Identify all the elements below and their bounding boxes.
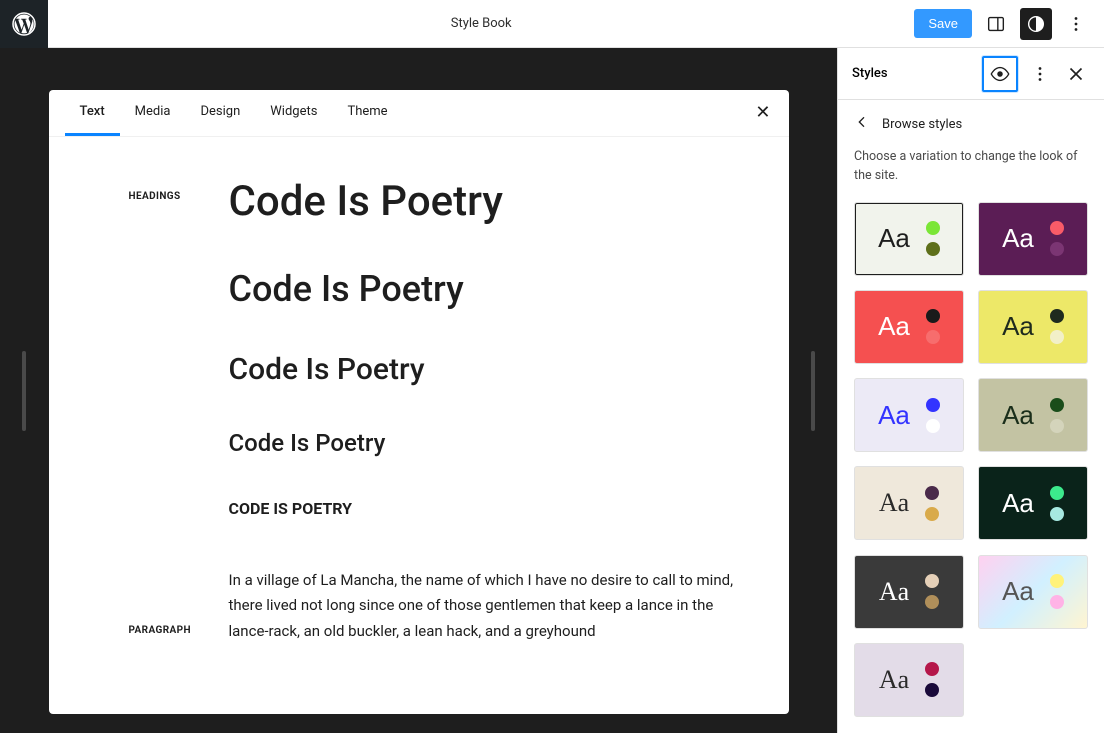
variation-palette [1050, 309, 1064, 344]
color-dot [925, 507, 939, 521]
variation-text-sample: Aa [1002, 400, 1034, 431]
color-dot [925, 486, 939, 500]
variation-palette [926, 221, 940, 256]
color-dot [926, 419, 940, 433]
style-variation-9[interactable]: Aa [978, 555, 1088, 629]
sidebar-title: Styles [852, 66, 888, 81]
heading-3-sample[interactable]: Code Is Poetry [229, 352, 739, 387]
variation-palette [1050, 486, 1064, 521]
style-variation-7[interactable]: Aa [978, 466, 1088, 540]
style-variation-3[interactable]: Aa [978, 290, 1088, 364]
tab-design[interactable]: Design [185, 90, 255, 136]
color-dot [926, 309, 940, 323]
variation-text-sample: Aa [879, 577, 909, 607]
variation-text-sample: Aa [1002, 311, 1034, 342]
options-button[interactable] [1060, 8, 1092, 40]
tab-widgets[interactable]: Widgets [255, 90, 332, 136]
color-dot [925, 574, 939, 588]
color-dot [925, 595, 939, 609]
sidebar-options-button[interactable] [1026, 60, 1054, 88]
variation-text-sample: Aa [1002, 223, 1034, 254]
color-dot [1050, 330, 1064, 344]
variation-palette [925, 662, 939, 697]
variation-text-sample: Aa [1002, 488, 1034, 519]
color-dot [926, 242, 940, 256]
color-dot [1050, 574, 1064, 588]
tab-theme[interactable]: Theme [332, 90, 402, 136]
sidebar-layout-icon [985, 13, 1007, 35]
variation-text-sample: Aa [879, 665, 909, 695]
color-dot [1050, 398, 1064, 412]
color-dot [925, 662, 939, 676]
variation-palette [1050, 398, 1064, 433]
sidebar-description: Choose a variation to change the look of… [838, 138, 1104, 202]
color-dot [1050, 309, 1064, 323]
variation-text-sample: Aa [878, 223, 910, 254]
resize-handle-right[interactable] [811, 351, 815, 431]
variation-text-sample: Aa [878, 400, 910, 431]
wordpress-logo[interactable] [0, 0, 48, 48]
variation-palette [925, 574, 939, 609]
color-dot [1050, 242, 1064, 256]
paragraph-sample[interactable]: In a village of La Mancha, the name of w… [229, 568, 739, 645]
kebab-icon [1065, 13, 1087, 35]
close-icon [1065, 63, 1087, 85]
close-sidebar-button[interactable] [1062, 60, 1090, 88]
color-dot [925, 683, 939, 697]
stylebook-toggle-button[interactable] [982, 56, 1018, 92]
heading-5-sample[interactable]: CODE IS POETRY [229, 499, 739, 518]
kebab-icon [1029, 63, 1051, 85]
wordpress-icon [12, 12, 36, 36]
resize-handle-left[interactable] [22, 351, 26, 431]
heading-4-sample[interactable]: Code Is Poetry [229, 429, 739, 457]
color-dot [926, 221, 940, 235]
style-variation-4[interactable]: Aa [854, 378, 964, 452]
view-toggle-button[interactable] [980, 8, 1012, 40]
style-variation-5[interactable]: Aa [978, 378, 1088, 452]
style-variation-6[interactable]: Aa [854, 466, 964, 540]
page-title: Style Book [48, 16, 914, 31]
variation-text-sample: Aa [879, 488, 909, 518]
color-dot [1050, 507, 1064, 521]
chevron-left-icon [854, 114, 870, 130]
style-variation-1[interactable]: Aa [978, 202, 1088, 276]
heading-1-sample[interactable]: Code Is Poetry [229, 177, 739, 226]
paragraph-section-label: PARAGRAPH [129, 625, 191, 636]
tab-text[interactable]: Text [65, 90, 120, 136]
color-dot [926, 398, 940, 412]
eye-icon [989, 63, 1011, 85]
browse-styles-title: Browse styles [882, 117, 962, 132]
color-dot [1050, 419, 1064, 433]
color-dot [926, 330, 940, 344]
heading-2-sample[interactable]: Code Is Poetry [229, 268, 739, 310]
contrast-icon [1025, 13, 1047, 35]
variation-palette [926, 309, 940, 344]
headings-section-label: HEADINGS [129, 191, 181, 202]
variation-text-sample: Aa [1002, 576, 1034, 607]
back-button[interactable] [854, 114, 870, 134]
color-dot [1050, 221, 1064, 235]
style-variation-8[interactable]: Aa [854, 555, 964, 629]
tab-media[interactable]: Media [120, 90, 186, 136]
variation-palette [926, 398, 940, 433]
style-variation-0[interactable]: Aa [854, 202, 964, 276]
variation-palette [925, 486, 939, 521]
style-variation-10[interactable]: Aa [854, 643, 964, 717]
variation-text-sample: Aa [878, 311, 910, 342]
color-dot [1050, 595, 1064, 609]
color-dot [1050, 486, 1064, 500]
close-stylebook-button[interactable]: ✕ [755, 102, 770, 123]
styles-button[interactable] [1020, 8, 1052, 40]
variation-palette [1050, 221, 1064, 256]
variation-palette [1050, 574, 1064, 609]
style-variation-2[interactable]: Aa [854, 290, 964, 364]
save-button[interactable]: Save [914, 9, 972, 38]
